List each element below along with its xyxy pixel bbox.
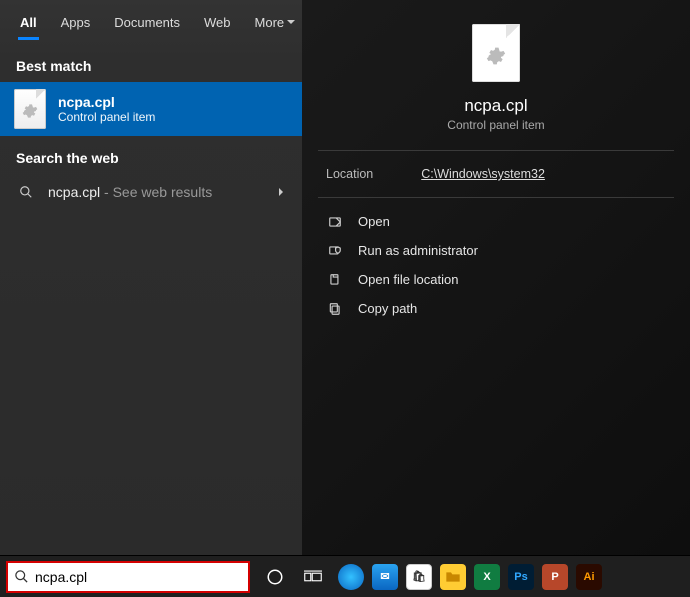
taskbar: ✉ 🛍 X Ps P Ai: [0, 556, 690, 597]
preview-subtitle: Control panel item: [447, 118, 544, 132]
best-match-text: ncpa.cpl Control panel item: [58, 94, 155, 124]
action-open[interactable]: Open: [318, 208, 674, 235]
windows-search-flyout: 393 C ⋯ All Apps Documents Web More: [0, 0, 690, 597]
copy-icon: [326, 302, 344, 316]
action-label: Open file location: [358, 272, 458, 287]
tab-more[interactable]: More: [243, 0, 309, 44]
app-photoshop[interactable]: Ps: [508, 564, 534, 590]
preview-column: ncpa.cpl Control panel item Location C:\…: [302, 0, 690, 555]
web-result-suffix: - See web results: [100, 184, 212, 200]
web-result-text: ncpa.cpl - See web results: [48, 184, 264, 200]
location-value[interactable]: C:\Windows\system32: [421, 167, 545, 181]
cpl-file-icon: [14, 89, 46, 129]
task-view-icon[interactable]: [298, 562, 328, 592]
app-store[interactable]: 🛍: [406, 564, 432, 590]
chevron-right-icon: [276, 187, 286, 197]
action-label: Copy path: [358, 301, 417, 316]
search-panel: 393 C ⋯ All Apps Documents Web More: [0, 0, 690, 556]
preview-actions: Open Run as administrator Open file loca…: [302, 198, 690, 332]
preview-header: ncpa.cpl Control panel item: [302, 0, 690, 150]
folder-icon: [326, 273, 344, 287]
location-label: Location: [326, 167, 373, 181]
action-open-location[interactable]: Open file location: [318, 266, 674, 293]
preview-title: ncpa.cpl: [464, 96, 527, 116]
shield-icon: [326, 244, 344, 258]
tab-all[interactable]: All: [8, 0, 49, 44]
app-illustrator[interactable]: Ai: [576, 564, 602, 590]
chevron-down-icon: [286, 17, 296, 27]
action-label: Open: [358, 214, 390, 229]
tab-web[interactable]: Web: [192, 0, 243, 44]
app-excel[interactable]: X: [474, 564, 500, 590]
preview-file-icon: [472, 24, 520, 82]
app-powerpoint[interactable]: P: [542, 564, 568, 590]
search-icon: [14, 569, 29, 584]
tab-documents[interactable]: Documents: [102, 0, 192, 44]
results-column: All Apps Documents Web More Best match: [0, 0, 302, 555]
app-edge[interactable]: [338, 564, 364, 590]
taskbar-search-box[interactable]: [6, 561, 250, 593]
app-file-explorer[interactable]: [440, 564, 466, 590]
taskbar-search-input[interactable]: [35, 569, 242, 585]
action-run-admin[interactable]: Run as administrator: [318, 237, 674, 264]
best-match-subtitle: Control panel item: [58, 110, 155, 124]
gear-icon: [22, 103, 38, 119]
open-icon: [326, 215, 344, 229]
best-match-header: Best match: [0, 44, 302, 82]
search-scope-tabs: All Apps Documents Web More: [0, 0, 302, 44]
action-copy-path[interactable]: Copy path: [318, 295, 674, 322]
cortana-icon[interactable]: [260, 562, 290, 592]
gear-icon: [486, 46, 506, 66]
tab-apps[interactable]: Apps: [49, 0, 103, 44]
web-result-row[interactable]: ncpa.cpl - See web results: [0, 174, 302, 210]
taskbar-system-icons: [260, 562, 328, 592]
location-row: Location C:\Windows\system32: [302, 151, 690, 197]
taskbar-apps: ✉ 🛍 X Ps P Ai: [338, 564, 602, 590]
web-result-term: ncpa.cpl: [48, 184, 100, 200]
best-match-title: ncpa.cpl: [58, 94, 155, 110]
search-icon: [16, 185, 36, 199]
app-mail[interactable]: ✉: [372, 564, 398, 590]
web-header: Search the web: [0, 136, 302, 174]
best-match-item[interactable]: ncpa.cpl Control panel item: [0, 82, 302, 136]
action-label: Run as administrator: [358, 243, 478, 258]
tab-more-label: More: [255, 15, 285, 30]
